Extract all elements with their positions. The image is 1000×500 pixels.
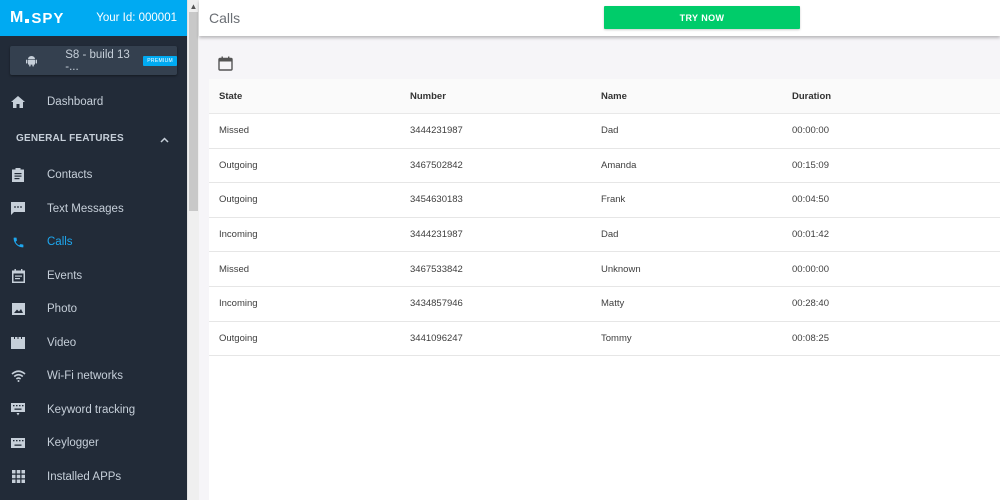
keyboard-icon bbox=[10, 435, 26, 451]
sidebar-item-calls[interactable]: Calls bbox=[0, 226, 187, 260]
table-row[interactable]: Incoming 3434857946 Matty 00:28:40 bbox=[209, 287, 1000, 322]
sidebar-item-video[interactable]: Video bbox=[0, 326, 187, 360]
phone-icon bbox=[10, 234, 26, 250]
table-row[interactable]: Outgoing 3441096247 Tommy 00:08:25 bbox=[209, 322, 1000, 357]
android-icon bbox=[22, 55, 40, 67]
sidebar-item-wifi-networks[interactable]: Wi-Fi networks bbox=[0, 360, 187, 394]
try-now-button[interactable]: TRY NOW bbox=[604, 6, 800, 29]
column-header-duration[interactable]: Duration bbox=[792, 91, 831, 102]
cell-name: Unknown bbox=[601, 263, 641, 275]
section-title: GENERAL FEATURES bbox=[16, 133, 124, 144]
table-row[interactable]: Outgoing 3454630183 Frank 00:04:50 bbox=[209, 183, 1000, 218]
sidebar-item-label: Text Messages bbox=[47, 202, 124, 215]
table-row[interactable]: Missed 3444231987 Dad 00:00:00 bbox=[209, 114, 1000, 149]
table-header: State Number Name Duration bbox=[209, 79, 1000, 114]
cell-number: 3434857946 bbox=[410, 298, 463, 310]
cell-duration: 00:08:25 bbox=[792, 332, 829, 344]
logo-dot bbox=[25, 19, 30, 23]
cell-state: Outgoing bbox=[219, 332, 258, 344]
cell-name: Amanda bbox=[601, 159, 637, 171]
cell-number: 3444231987 bbox=[410, 125, 463, 137]
sidebar-item-label: Events bbox=[47, 269, 83, 282]
column-header-name[interactable]: Name bbox=[601, 91, 627, 102]
cell-number: 3467502842 bbox=[410, 159, 463, 171]
cell-name: Tommy bbox=[601, 332, 632, 344]
calendar-event-icon bbox=[10, 268, 26, 284]
sidebar-item-label: Installed APPs bbox=[47, 470, 122, 483]
sidebar-item-label: Wi-Fi networks bbox=[47, 370, 124, 383]
cell-name: Dad bbox=[601, 125, 619, 137]
cell-number: 3467533842 bbox=[410, 263, 463, 275]
logo-text: SPY bbox=[31, 9, 65, 27]
cell-duration: 00:00:00 bbox=[792, 125, 829, 137]
sidebar-item-label: Keyword tracking bbox=[47, 403, 136, 416]
cell-state: Missed bbox=[219, 263, 250, 275]
main-content: State Number Name Duration Missed 344423… bbox=[199, 36, 1000, 500]
contacts-icon bbox=[10, 167, 26, 183]
message-icon bbox=[10, 201, 26, 217]
calls-table: State Number Name Duration Missed 344423… bbox=[209, 79, 1000, 500]
calendar-filter-icon[interactable] bbox=[218, 56, 233, 71]
sidebar-item-label: Dashboard bbox=[47, 95, 104, 108]
table-row[interactable]: Missed 3467533842 Unknown 00:00:00 bbox=[209, 252, 1000, 287]
chevron-up-icon bbox=[160, 130, 169, 148]
sidebar-item-label: Video bbox=[47, 336, 77, 349]
sidebar-item-text-messages[interactable]: Text Messages bbox=[0, 192, 187, 226]
brand-bar: M SPY Your Id: 000001 bbox=[0, 0, 187, 36]
cell-state: Missed bbox=[219, 125, 250, 137]
user-id-label: Your Id: 000001 bbox=[96, 12, 177, 24]
sidebar-item-label: Contacts bbox=[47, 169, 93, 182]
sidebar-item-label: Photo bbox=[47, 303, 78, 316]
scroll-up-arrow-icon[interactable]: ▲ bbox=[188, 0, 199, 12]
keyword-icon bbox=[10, 402, 26, 418]
sidebar-item-installed-apps[interactable]: Installed APPs bbox=[0, 460, 187, 494]
video-icon bbox=[10, 335, 26, 351]
logo-prefix: M bbox=[10, 9, 25, 26]
page-title: Calls bbox=[209, 10, 241, 26]
column-header-number[interactable]: Number bbox=[410, 91, 446, 102]
sidebar-scrollbar[interactable]: ▲ bbox=[187, 0, 199, 500]
column-header-state[interactable]: State bbox=[219, 91, 242, 102]
sidebar-item-contacts[interactable]: Contacts bbox=[0, 159, 187, 193]
cell-state: Incoming bbox=[219, 298, 258, 310]
cell-name: Matty bbox=[601, 298, 625, 310]
premium-badge: PREMIUM bbox=[143, 55, 177, 66]
table-row[interactable]: Incoming 3444231987 Dad 00:01:42 bbox=[209, 218, 1000, 253]
cell-number: 3444231987 bbox=[410, 229, 463, 241]
mspy-logo[interactable]: M SPY bbox=[10, 9, 64, 27]
cell-duration: 00:15:09 bbox=[792, 159, 829, 171]
photo-icon bbox=[10, 301, 26, 317]
sidebar-item-label: Calls bbox=[47, 236, 73, 249]
sidebar-item-label: Keylogger bbox=[47, 437, 99, 450]
cell-duration: 00:04:50 bbox=[792, 194, 829, 206]
device-name: S8 - build 13 -... bbox=[65, 48, 130, 73]
table-row[interactable]: Outgoing 3467502842 Amanda 00:15:09 bbox=[209, 149, 1000, 184]
cell-number: 3441096247 bbox=[410, 332, 463, 344]
cell-state: Outgoing bbox=[219, 194, 258, 206]
apps-grid-icon bbox=[10, 469, 26, 485]
wifi-icon bbox=[10, 368, 26, 384]
top-bar: Calls TRY NOW bbox=[199, 0, 1000, 36]
sidebar-item-photo[interactable]: Photo bbox=[0, 293, 187, 327]
scrollbar-thumb[interactable] bbox=[189, 12, 198, 211]
cell-state: Outgoing bbox=[219, 159, 258, 171]
sidebar: M SPY Your Id: 000001 S8 - build 13 -... … bbox=[0, 0, 187, 500]
cell-duration: 00:28:40 bbox=[792, 298, 829, 310]
general-features-section[interactable]: GENERAL FEATURES bbox=[0, 119, 187, 159]
cell-number: 3454630183 bbox=[410, 194, 463, 206]
sidebar-nav: Dashboard GENERAL FEATURES Contacts Text… bbox=[0, 85, 187, 494]
sidebar-item-keylogger[interactable]: Keylogger bbox=[0, 427, 187, 461]
cell-name: Dad bbox=[601, 229, 619, 241]
cell-name: Frank bbox=[601, 194, 626, 206]
cell-duration: 00:00:00 bbox=[792, 263, 829, 275]
sidebar-item-dashboard[interactable]: Dashboard bbox=[0, 85, 187, 119]
sidebar-item-keyword-tracking[interactable]: Keyword tracking bbox=[0, 393, 187, 427]
home-icon bbox=[10, 94, 26, 110]
cell-duration: 00:01:42 bbox=[792, 229, 829, 241]
cell-state: Incoming bbox=[219, 229, 258, 241]
device-selector[interactable]: S8 - build 13 -... PREMIUM bbox=[10, 46, 177, 75]
sidebar-item-events[interactable]: Events bbox=[0, 259, 187, 293]
